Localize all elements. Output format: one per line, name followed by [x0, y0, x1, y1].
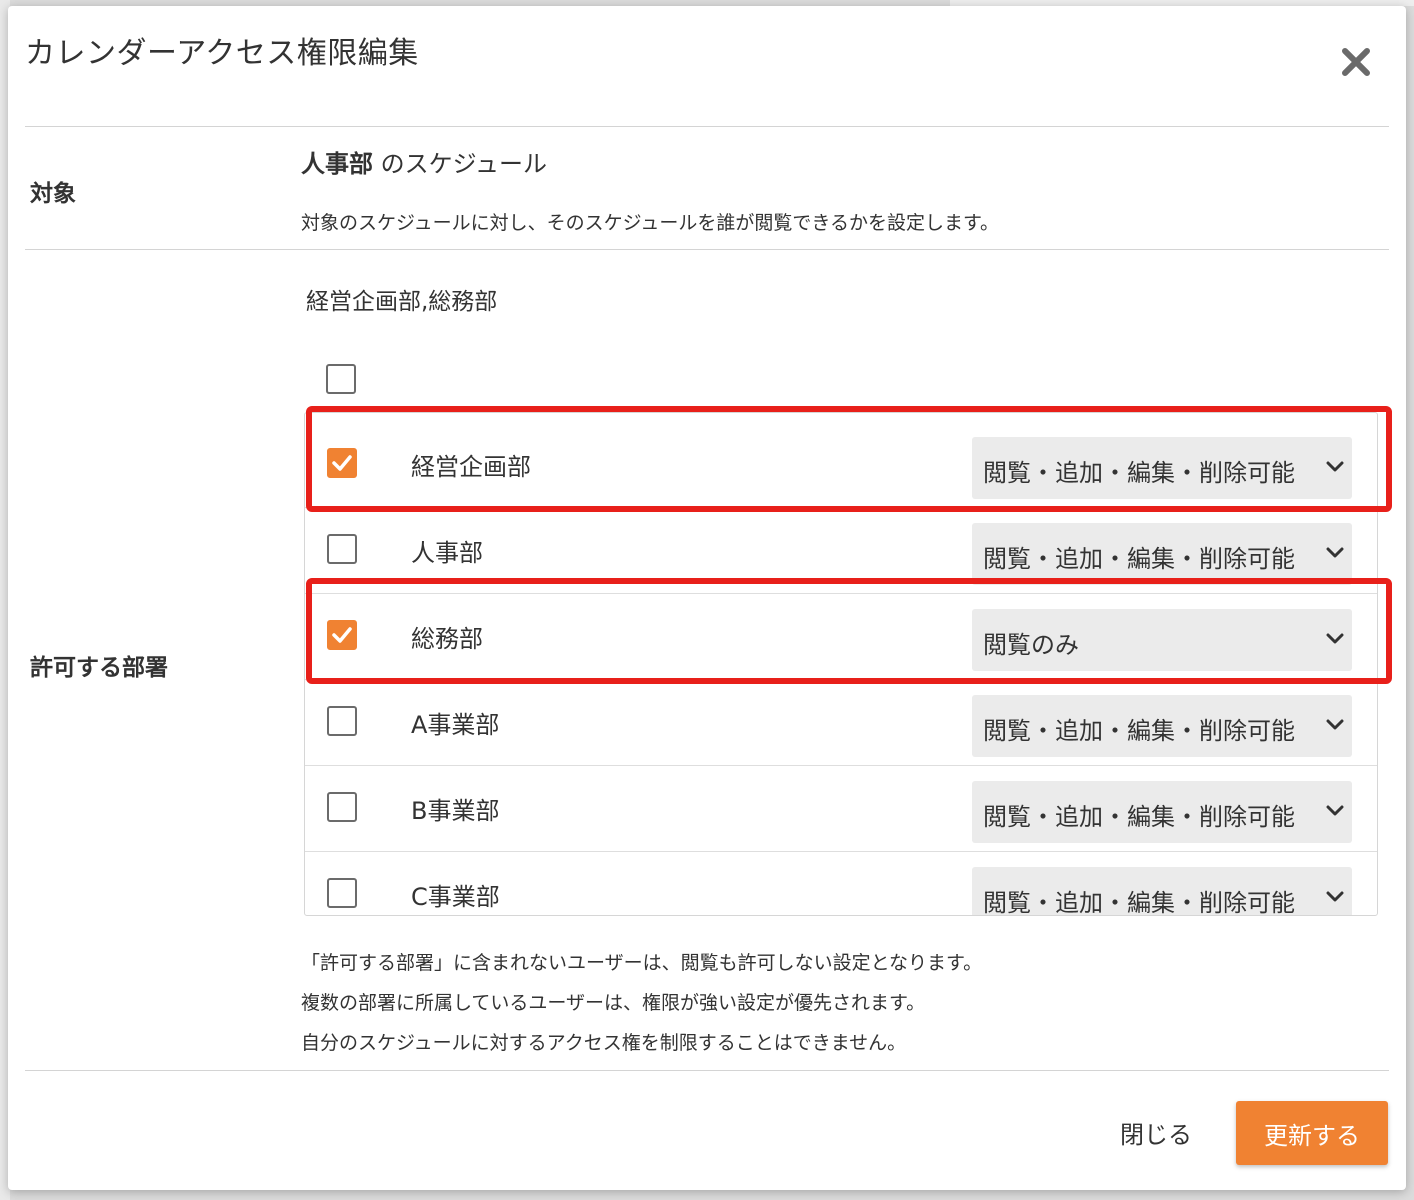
permission-value: 閲覧・追加・編集・削除可能 — [983, 803, 1295, 831]
access-permission-dialog: カレンダーアクセス権限編集 対象 人事部 のスケジュール 対象のスケジュールに対… — [8, 6, 1406, 1190]
checkmark-icon — [332, 627, 352, 643]
note-line: 自分のスケジュールに対するアクセス権を制限することはできません。 — [301, 1032, 907, 1054]
department-name: A事業部 — [411, 711, 500, 739]
department-name: 総務部 — [411, 625, 483, 653]
permission-value: 閲覧・追加・編集・削除可能 — [983, 717, 1295, 745]
close-button[interactable]: 閉じる — [1110, 1102, 1202, 1162]
department-name: C事業部 — [411, 883, 500, 911]
dialog-title: カレンダーアクセス権限編集 — [25, 36, 419, 71]
permission-value: 閲覧・追加・編集・削除可能 — [983, 889, 1295, 916]
permission-value: 閲覧のみ — [983, 631, 1079, 659]
permission-select[interactable]: 閲覧・追加・編集・削除可能 — [972, 523, 1352, 585]
department-row: 人事部 閲覧・追加・編集・削除可能 — [305, 507, 1377, 594]
selected-departments-summary: 経営企画部,総務部 — [306, 289, 498, 315]
allowed-departments-label: 許可する部署 — [30, 655, 168, 681]
department-checkbox[interactable] — [327, 534, 357, 564]
divider — [25, 1070, 1389, 1071]
department-row: B事業部 閲覧・追加・編集・削除可能 — [305, 765, 1377, 852]
department-checkbox[interactable] — [327, 448, 357, 478]
department-row: C事業部 閲覧・追加・編集・削除可能 — [305, 851, 1377, 916]
department-checkbox[interactable] — [327, 706, 357, 736]
note-line: 「許可する部署」に含まれないユーザーは、閲覧も許可しない設定となります。 — [301, 952, 983, 974]
checkmark-icon — [332, 455, 352, 471]
update-button[interactable]: 更新する — [1236, 1101, 1388, 1165]
divider — [25, 126, 1389, 127]
permission-select[interactable]: 閲覧・追加・編集・削除可能 — [972, 695, 1352, 757]
target-label: 対象 — [30, 181, 76, 207]
chevron-down-icon — [1326, 889, 1344, 908]
target-suffix: のスケジュール — [373, 150, 547, 178]
divider — [25, 249, 1389, 250]
target-schedule-title: 人事部 のスケジュール — [301, 144, 547, 179]
department-name: B事業部 — [411, 797, 500, 825]
chevron-down-icon — [1326, 545, 1344, 564]
permission-value: 閲覧・追加・編集・削除可能 — [983, 459, 1295, 487]
department-list[interactable]: 経営企画部 閲覧・追加・編集・削除可能 人事部 閲覧・追加・編集・削除可能 総務部 閲覧の… — [304, 412, 1378, 916]
target-department: 人事部 — [301, 150, 373, 178]
department-checkbox[interactable] — [327, 878, 357, 908]
department-row: A事業部 閲覧・追加・編集・削除可能 — [305, 679, 1377, 766]
chevron-down-icon — [1326, 803, 1344, 822]
chevron-down-icon — [1326, 459, 1344, 478]
department-row: 総務部 閲覧のみ — [305, 593, 1377, 680]
permission-select[interactable]: 閲覧のみ — [972, 609, 1352, 671]
chevron-down-icon — [1326, 717, 1344, 736]
target-description: 対象のスケジュールに対し、そのスケジュールを誰が閲覧できるかを設定します。 — [301, 212, 1000, 234]
permission-select[interactable]: 閲覧・追加・編集・削除可能 — [972, 437, 1352, 499]
note-line: 複数の部署に所属しているユーザーは、権限が強い設定が優先されます。 — [301, 992, 926, 1014]
select-all-checkbox[interactable] — [326, 364, 356, 394]
permission-value: 閲覧・追加・編集・削除可能 — [983, 545, 1295, 573]
department-name: 人事部 — [411, 539, 483, 567]
department-checkbox[interactable] — [327, 620, 357, 650]
chevron-down-icon — [1326, 631, 1344, 650]
close-icon[interactable] — [1338, 44, 1374, 80]
department-checkbox[interactable] — [327, 792, 357, 822]
department-row: 経営企画部 閲覧・追加・編集・削除可能 — [305, 421, 1377, 508]
department-name: 経営企画部 — [411, 453, 531, 481]
permission-select[interactable]: 閲覧・追加・編集・削除可能 — [972, 781, 1352, 843]
permission-select[interactable]: 閲覧・追加・編集・削除可能 — [972, 867, 1352, 916]
